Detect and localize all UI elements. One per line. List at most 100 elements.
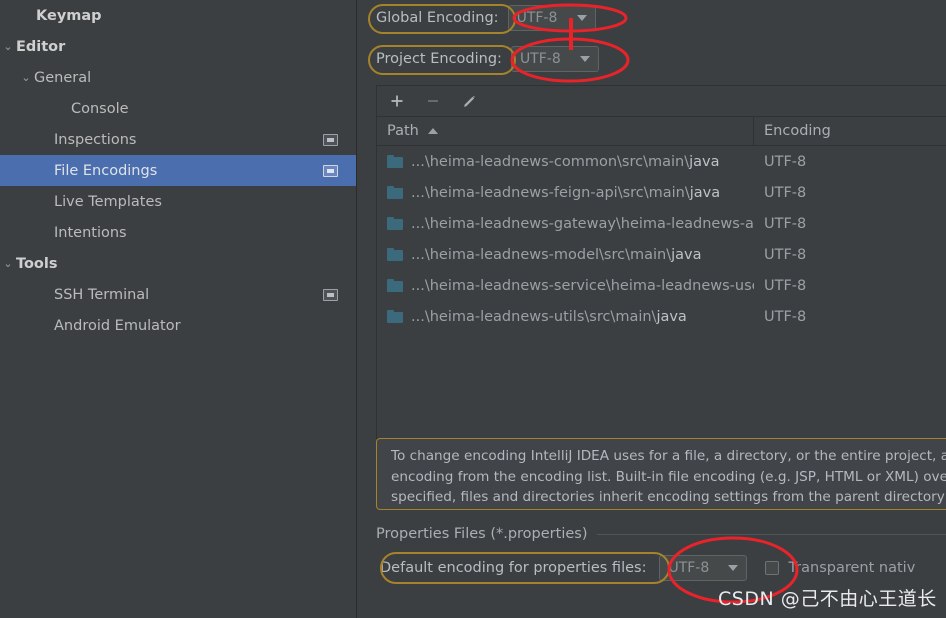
folder-icon xyxy=(387,155,403,168)
project-encoding-dropdown[interactable]: UTF-8 xyxy=(510,46,599,72)
info-text-line: encoding from the encoding list. Built-i… xyxy=(391,468,946,485)
sidebar-item-label: Editor xyxy=(16,38,66,55)
sidebar-item-label: Intentions xyxy=(54,224,127,241)
path-text: ...\heima-leadnews-feign-api\src\main\ja… xyxy=(411,185,720,201)
chevron-down-icon xyxy=(576,15,587,21)
table-row[interactable]: ...\heima-leadnews-model\src\main\java UT… xyxy=(377,239,946,270)
folder-icon xyxy=(387,248,403,261)
cell-path: ...\heima-leadnews-model\src\main\java xyxy=(377,247,754,263)
table-row[interactable]: ...\heima-leadnews-service\heima-leadnew… xyxy=(377,270,946,301)
path-text: ...\heima-leadnews-service\heima-leadnew… xyxy=(411,278,754,294)
cell-encoding: UTF-8 xyxy=(764,184,807,201)
table-row[interactable]: ...\heima-leadnews-gateway\heima-leadnew… xyxy=(377,208,946,239)
sidebar-item-label: Inspections xyxy=(54,131,137,148)
window-panel-icon xyxy=(323,288,338,301)
settings-window: Keymap ⌄ Editor ⌄ General Console Inspections F… xyxy=(0,0,946,618)
transparent-native-checkbox-wrap[interactable]: Transparent nativ xyxy=(765,560,915,576)
sidebar-item-android-emulator[interactable]: Android Emulator xyxy=(0,310,356,341)
folder-icon xyxy=(387,186,403,199)
table-toolbar xyxy=(377,86,946,117)
default-properties-encoding-row: Default encoding for properties files: U… xyxy=(376,553,915,583)
table-row[interactable]: ...\heima-leadnews-common\src\main\java U… xyxy=(377,146,946,177)
table-header-row: Path Encoding xyxy=(377,117,946,146)
path-text: ...\heima-leadnews-gateway\heima-leadnew… xyxy=(411,216,754,232)
sidebar-item-label: Keymap xyxy=(36,7,102,24)
info-text-line: specified, files and directories inherit… xyxy=(391,489,946,505)
settings-tree-sidebar: Keymap ⌄ Editor ⌄ General Console Inspections F… xyxy=(0,0,357,618)
chevron-down-icon xyxy=(579,56,590,62)
path-text-prefix: ...\heima-leadnews-model\src\main\ xyxy=(411,246,672,263)
sidebar-item-general[interactable]: ⌄ General xyxy=(0,62,356,93)
path-text: ...\heima-leadnews-common\src\main\java xyxy=(411,154,720,170)
path-text-prefix: ...\heima-leadnews-utils\src\main\ xyxy=(411,308,657,325)
cell-path: ...\heima-leadnews-feign-api\src\main\ja… xyxy=(377,185,754,201)
cell-encoding: UTF-8 xyxy=(764,215,807,232)
table-row[interactable]: ...\heima-leadnews-feign-api\src\main\ja… xyxy=(377,177,946,208)
encoding-info-box: To change encoding IntelliJ IDEA uses fo… xyxy=(376,438,946,510)
sidebar-item-console[interactable]: Console xyxy=(0,93,356,124)
cell-encoding: UTF-8 xyxy=(764,277,807,294)
transparent-native-checkbox[interactable] xyxy=(765,561,780,575)
project-encoding-row: Project Encoding: UTF-8 xyxy=(376,45,599,73)
sidebar-item-inspections[interactable]: Inspections xyxy=(0,124,356,155)
add-button[interactable] xyxy=(386,90,408,112)
project-encoding-value: UTF-8 xyxy=(519,51,561,67)
cell-path: ...\heima-leadnews-service\heima-leadnew… xyxy=(377,278,754,294)
global-encoding-value: UTF-8 xyxy=(516,10,558,26)
sidebar-item-label: SSH Terminal xyxy=(54,286,150,303)
remove-button[interactable] xyxy=(422,90,444,112)
chevron-down-icon[interactable]: ⌄ xyxy=(0,40,16,53)
column-header-encoding-label: Encoding xyxy=(764,123,831,139)
sidebar-item-file-encodings[interactable]: File Encodings xyxy=(0,155,356,186)
column-header-path-label: Path xyxy=(387,123,419,139)
column-header-path[interactable]: Path xyxy=(377,117,754,145)
column-header-encoding[interactable]: Encoding xyxy=(754,117,946,145)
folder-icon xyxy=(387,279,403,292)
path-text-prefix: ...\heima-leadnews-service\heima-leadnew… xyxy=(411,277,754,294)
encodings-table: Path Encoding ...\heima-leadnews-common\… xyxy=(376,85,946,439)
table-body: ...\heima-leadnews-common\src\main\java U… xyxy=(377,146,946,438)
transparent-native-label: Transparent nativ xyxy=(788,560,916,576)
cell-path: ...\heima-leadnews-utils\src\main\java xyxy=(377,309,754,325)
default-properties-encoding-label: Default encoding for properties files: xyxy=(380,560,647,576)
project-encoding-label: Project Encoding: xyxy=(376,51,502,67)
sidebar-item-live-templates[interactable]: Live Templates xyxy=(0,186,356,217)
sidebar-item-keymap[interactable]: Keymap xyxy=(0,0,356,31)
global-encoding-label: Global Encoding: xyxy=(376,10,499,26)
path-text-leaf: java xyxy=(689,153,720,170)
sidebar-item-intentions[interactable]: Intentions xyxy=(0,217,356,248)
sidebar-item-label: General xyxy=(34,69,92,86)
cell-encoding: UTF-8 xyxy=(764,308,807,325)
sort-ascending-icon xyxy=(427,128,438,134)
folder-icon xyxy=(387,217,403,230)
csdn-watermark: CSDN @己不由心王道长 xyxy=(718,588,937,610)
path-text-leaf: java xyxy=(689,184,721,201)
chevron-down-icon[interactable]: ⌄ xyxy=(18,71,34,84)
path-text-prefix: ...\heima-leadnews-common\src\main\ xyxy=(411,153,690,170)
table-row[interactable]: ...\heima-leadnews-utils\src\main\java UT… xyxy=(377,301,946,332)
info-text-line: To change encoding IntelliJ IDEA uses fo… xyxy=(391,448,946,464)
sidebar-item-editor[interactable]: ⌄ Editor xyxy=(0,31,356,62)
file-encodings-panel: Global Encoding: UTF-8 Project Encoding:… xyxy=(358,0,946,618)
section-divider xyxy=(597,533,946,535)
cell-path: ...\heima-leadnews-gateway\heima-leadnew… xyxy=(377,216,754,232)
edit-pencil-icon[interactable] xyxy=(458,90,480,112)
sidebar-item-label: Live Templates xyxy=(54,193,162,210)
path-text-leaf: java xyxy=(656,308,687,325)
path-text: ...\heima-leadnews-utils\src\main\java xyxy=(411,309,687,325)
sidebar-item-label: Android Emulator xyxy=(54,317,181,334)
default-properties-encoding-dropdown[interactable]: UTF-8 xyxy=(659,555,748,581)
folder-icon xyxy=(387,310,403,323)
cell-encoding: UTF-8 xyxy=(764,153,807,170)
path-text: ...\heima-leadnews-model\src\main\java xyxy=(411,247,701,263)
path-text-prefix: ...\heima-leadnews-gateway\heima-leadnew… xyxy=(411,215,754,232)
chevron-down-icon[interactable]: ⌄ xyxy=(0,257,16,270)
window-panel-icon xyxy=(323,164,338,177)
sidebar-item-tools[interactable]: ⌄ Tools xyxy=(0,248,356,279)
sidebar-item-label: Tools xyxy=(16,255,58,272)
path-text-prefix: ...\heima-leadnews-feign-api\src\main\ xyxy=(411,184,690,201)
sidebar-item-ssh-terminal[interactable]: SSH Terminal xyxy=(0,279,356,310)
chevron-down-icon xyxy=(728,565,739,571)
properties-files-section-title: Properties Files (*.properties) xyxy=(376,526,946,542)
global-encoding-dropdown[interactable]: UTF-8 xyxy=(507,5,596,31)
